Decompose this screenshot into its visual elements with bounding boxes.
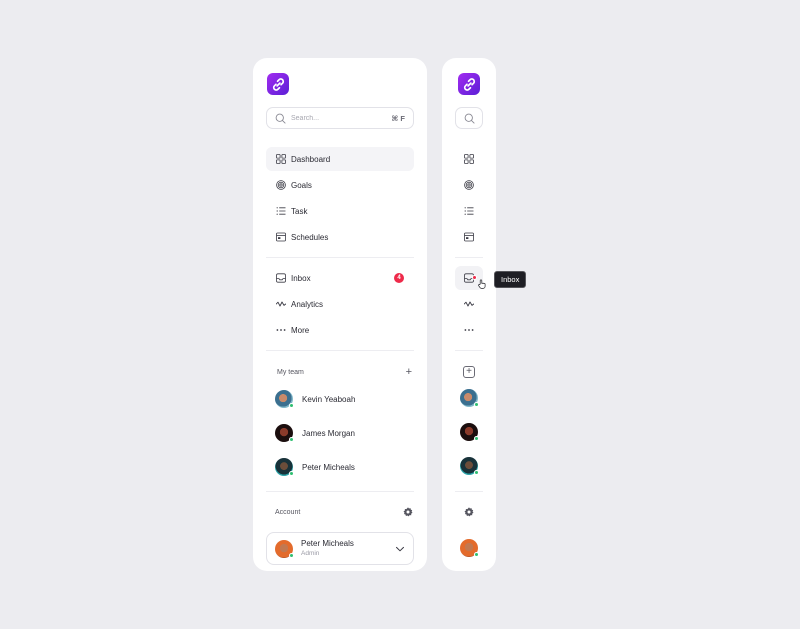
team-title: My team (277, 368, 304, 376)
member-name: James Morgan (302, 428, 355, 438)
pulse-icon (276, 301, 286, 307)
account-name: Peter Micheals (301, 538, 354, 548)
nav-item-task[interactable]: Task (266, 199, 414, 223)
avatar (275, 424, 294, 442)
nav-item-more[interactable]: More (266, 318, 414, 342)
search-box[interactable]: ⌘ F (266, 107, 414, 129)
grid-icon (276, 154, 286, 164)
account-switcher[interactable]: Peter Micheals Admin (266, 532, 414, 565)
inbox-tooltip: Inbox (494, 271, 527, 288)
nav-label: Dashboard (291, 154, 331, 164)
search-icon (275, 113, 286, 124)
add-member-button[interactable]: + (406, 367, 412, 378)
pulse-icon (464, 301, 474, 307)
online-indicator (474, 402, 479, 407)
team-section-header: My team + (277, 366, 412, 378)
nav-item-analytics[interactable]: Analytics (266, 292, 414, 316)
online-indicator (474, 552, 479, 557)
add-member-button[interactable]: + (463, 366, 475, 378)
nav-label: Analytics (291, 299, 324, 309)
divider (266, 257, 414, 258)
grid-icon (464, 154, 474, 164)
nav-item-goals[interactable]: Goals (266, 173, 414, 197)
account-avatar[interactable] (460, 539, 479, 557)
link-logo-icon (272, 77, 284, 91)
search-button[interactable] (455, 107, 483, 129)
nav-item-task[interactable] (455, 199, 483, 223)
brand-logo[interactable] (458, 73, 480, 95)
member-name: Peter Micheals (302, 462, 355, 472)
online-indicator (474, 470, 479, 475)
nav-item-schedules[interactable]: Schedules (266, 225, 414, 249)
team-member-peter-avatar[interactable] (460, 457, 479, 475)
account-role: Admin (301, 549, 320, 557)
account-title: Account (275, 508, 301, 516)
online-indicator (289, 552, 294, 558)
team-member-kevin[interactable]: Kevin Yeaboah (275, 389, 413, 409)
gear-icon[interactable] (464, 507, 474, 517)
member-name: Kevin Yeaboah (302, 394, 356, 404)
nav-label: Inbox (291, 273, 311, 283)
nav-item-dashboard[interactable] (455, 147, 483, 171)
search-input[interactable] (291, 114, 392, 122)
avatar (275, 539, 294, 558)
sidebar-collapsed: + (442, 58, 496, 571)
nav-item-goals[interactable] (455, 173, 483, 197)
avatar (275, 458, 294, 476)
nav-item-schedules[interactable] (455, 225, 483, 249)
team-member-kevin-avatar[interactable] (460, 389, 479, 407)
online-indicator (474, 436, 479, 441)
divider (455, 257, 483, 258)
nav-item-more[interactable] (455, 318, 483, 342)
list-icon (276, 207, 286, 215)
online-indicator (289, 437, 294, 442)
search-icon (464, 113, 475, 124)
inbox-count-badge: 4 (394, 273, 404, 283)
tooltip-text: Inbox (501, 275, 520, 284)
more-dots-icon (464, 329, 474, 331)
avatar (275, 390, 294, 408)
inbox-icon (276, 273, 286, 283)
calendar-card-icon (276, 232, 286, 242)
sidebar-expanded: ⌘ F Dashboard Goals (253, 58, 427, 571)
gear-icon[interactable] (403, 507, 413, 517)
nav-item-inbox[interactable]: Inbox 4 (266, 266, 414, 290)
target-icon (464, 180, 474, 190)
online-indicator (289, 471, 294, 476)
online-indicator (289, 403, 294, 408)
search-shortcut: ⌘ F (391, 113, 405, 123)
more-dots-icon (276, 329, 286, 331)
calendar-card-icon (464, 232, 474, 242)
divider (455, 350, 483, 351)
team-member-james-avatar[interactable] (460, 423, 479, 441)
nav-label: More (291, 325, 310, 335)
team-member-peter[interactable]: Peter Micheals (275, 457, 413, 477)
nav-label: Goals (291, 180, 312, 190)
team-member-james[interactable]: James Morgan (275, 423, 413, 443)
divider (455, 491, 483, 492)
chevron-down-icon[interactable] (395, 544, 405, 554)
link-logo-icon (463, 77, 475, 91)
account-section-header: Account (275, 506, 413, 518)
target-icon (276, 180, 286, 190)
list-icon (464, 207, 474, 215)
nav-label: Task (291, 206, 308, 216)
nav-item-dashboard[interactable]: Dashboard (266, 147, 414, 171)
divider (266, 350, 414, 351)
nav-item-analytics[interactable] (455, 292, 483, 316)
nav-label: Schedules (291, 232, 329, 242)
divider (266, 491, 414, 492)
hand-cursor-icon (478, 279, 486, 289)
brand-logo[interactable] (267, 73, 289, 95)
